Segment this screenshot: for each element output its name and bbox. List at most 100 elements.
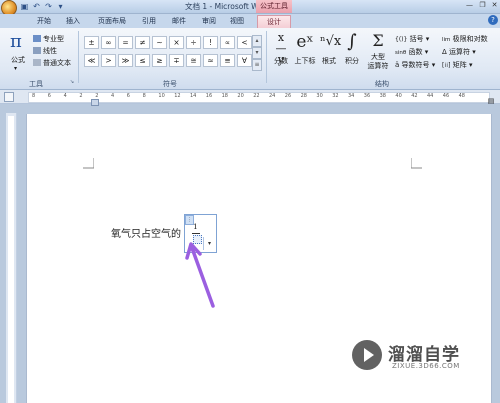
fraction-numerator[interactable]: 1 [193,222,198,231]
equation-button-label[interactable]: 公式 [8,55,28,65]
document-text[interactable]: 氧气只占空气的 [111,225,181,240]
tab-design[interactable]: 设计 [257,15,291,29]
undo-icon[interactable]: ↶ [32,2,41,11]
ruler-tick-label: 36 [363,93,371,99]
ruler-tick-label: 12 [174,93,181,99]
bracket-icon: {()} [395,36,408,43]
context-tool-label: 公式工具 [256,0,292,13]
operator-command[interactable]: Δ 运算符 ▾ [442,47,476,57]
margin-corner-top-left [83,158,94,169]
symbol-button[interactable]: ≫ [118,54,133,67]
indent-marker[interactable] [91,99,99,106]
symbol-button[interactable]: ∝ [220,36,235,49]
ruler-tick-label: 14 [190,93,197,99]
ruler-tick-label: 10 [158,93,165,99]
radical-button-label[interactable]: 根式 [318,56,340,66]
symbol-button[interactable]: ≥ [152,54,167,67]
equation-pi-icon[interactable]: π [10,32,22,52]
redo-icon[interactable]: ↷ [44,2,53,11]
qat-customize-icon[interactable]: ▾ [56,2,65,11]
limit-log-command[interactable]: lim 极限和对数 [442,34,488,44]
script-button-label[interactable]: 上下标 [290,56,320,66]
symbol-button[interactable]: = [118,36,133,49]
ruler-tick-label: 24 [269,93,276,99]
tab-selector-icon[interactable] [4,92,14,102]
symbol-button[interactable]: ∓ [169,54,184,67]
annotation-arrow [185,242,215,308]
tab-home[interactable]: 开始 [33,15,55,27]
radical-icon[interactable]: ⁿ√x [320,34,341,49]
symbol-button[interactable]: ≪ [84,54,99,67]
tools-dialog-launcher-icon[interactable]: ↘ [68,79,76,85]
group-divider [78,31,79,83]
normal-text-icon [33,59,41,66]
ruler-tick-label: 20 [237,93,244,99]
symbols-group-label: 符号 [163,80,177,88]
ruler-tick-label: 6 [47,93,51,99]
tab-review[interactable]: 审阅 [198,15,220,27]
symbols-scroll-down-icon[interactable]: ▾ [252,47,262,59]
professional-option[interactable]: 专业型 [33,34,64,44]
watermark-logo [352,340,382,370]
large-operator-button-label[interactable]: 大型 运算符 [364,53,392,71]
symbol-button[interactable]: > [101,54,116,67]
normal-text-option[interactable]: 普通文本 [33,58,71,68]
symbols-more-icon[interactable]: ≡ [252,59,262,71]
margin-corner-top-right [411,158,422,169]
ruler-tick-label: 42 [411,93,418,99]
ruler-tick-label: 2 [79,93,83,99]
symbols-scroll-up-icon[interactable]: ▴ [252,35,262,47]
minimize-button[interactable]: — [463,0,476,10]
equation-dropdown-icon[interactable]: ▾ [14,65,17,72]
tab-view[interactable]: 视图 [226,15,248,27]
large-operator-icon[interactable]: Σ [370,31,386,50]
view-ruler-icon[interactable]: ▤ [486,96,496,106]
symbol-button[interactable]: ≈ [203,54,218,67]
integral-button-label[interactable]: 积分 [341,56,363,66]
ruler-tick-label: 16 [205,93,213,99]
symbol-button[interactable]: ≅ [186,54,201,67]
close-button[interactable]: ✕ [488,0,500,10]
ruler-tick-label: 22 [253,93,260,99]
ruler-tick-label: 44 [427,93,434,99]
save-icon[interactable]: ▣ [20,2,29,11]
symbol-button[interactable]: ≠ [135,36,150,49]
symbol-button[interactable]: ∞ [101,36,116,49]
symbol-button[interactable]: ∀ [237,54,252,67]
ruler-tick-label: 18 [221,93,228,99]
tools-group-label: 工具 [29,80,43,88]
tab-mailings[interactable]: 邮件 [168,15,190,27]
fraction-button-label[interactable]: 分数 [270,56,292,66]
bracket-command[interactable]: {()} 括号 ▾ [395,34,429,44]
ruler-tick-label: 4 [111,93,115,99]
symbol-button[interactable]: ÷ [186,36,201,49]
limit-icon: lim [442,37,451,43]
group-divider [266,31,267,83]
operator-icon: Δ [442,48,447,56]
integral-icon[interactable]: ∫ [344,31,360,52]
tab-references[interactable]: 引用 [138,15,160,27]
help-icon[interactable]: ? [488,15,498,25]
accent-command[interactable]: ä 导数符号 ▾ [395,60,435,70]
ruler-tick-label: 8 [32,93,36,99]
vertical-ruler-text-area [8,116,14,403]
tab-insert[interactable]: 插入 [62,15,84,27]
symbol-button[interactable]: ! [203,36,218,49]
linear-option[interactable]: 线性 [33,46,57,56]
linear-icon [33,47,41,54]
ruler-tick-label: 26 [284,93,292,99]
tab-page-layout[interactable]: 页面布局 [94,15,130,27]
symbol-button[interactable]: < [237,36,252,49]
symbol-button[interactable]: ± [84,36,99,49]
title-bar: ▣ ↶ ↷ ▾ 文档 1 - Microsoft Word — ❐ ✕ [0,0,500,16]
symbol-button[interactable]: ≤ [135,54,150,67]
matrix-command[interactable]: [⁞⁞] 矩阵 ▾ [442,60,472,70]
symbol-button[interactable]: ~ [152,36,167,49]
ruler-tick-label: 4 [63,93,67,99]
script-icon[interactable]: eˣ [294,32,316,52]
symbol-button[interactable]: × [169,36,184,49]
ruler-tick-label: 30 [316,93,323,99]
structures-group-label: 结构 [375,80,389,88]
symbol-button[interactable]: ≡ [220,54,235,67]
function-command[interactable]: sinθ 函数 ▾ [395,47,428,57]
